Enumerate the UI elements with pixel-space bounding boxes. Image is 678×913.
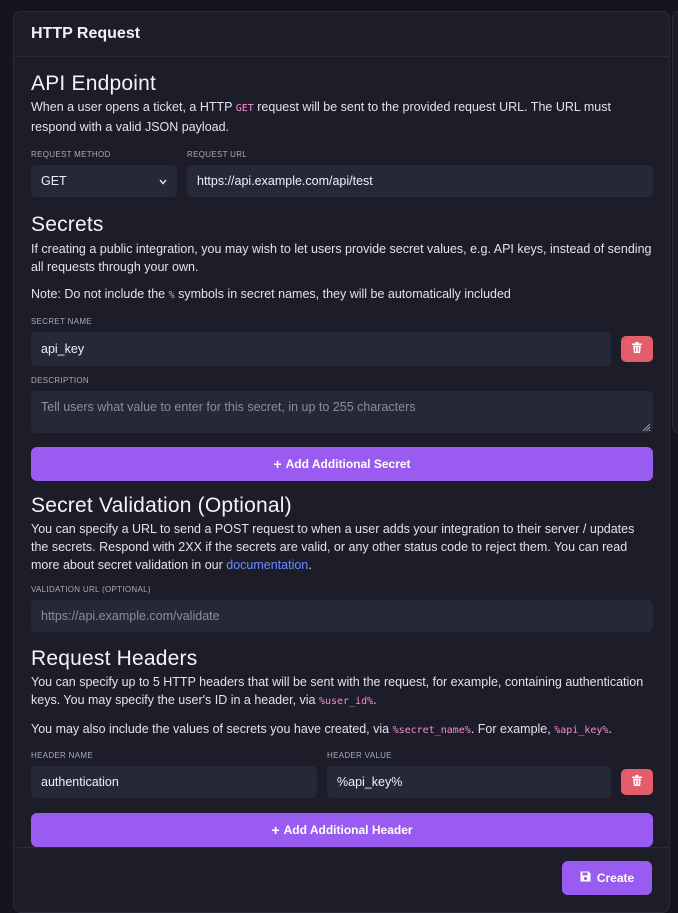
card-footer: Create	[14, 847, 669, 912]
api-endpoint-description: When a user opens a ticket, a HTTP GET r…	[31, 100, 611, 134]
add-header-label: Add Additional Header	[283, 823, 413, 837]
validation-heading: Secret Validation (Optional)	[31, 494, 292, 517]
add-header-button[interactable]: + Add Additional Header	[31, 813, 653, 847]
create-label: Create	[596, 871, 635, 885]
trash-icon	[632, 340, 642, 358]
secrets-note: Note: Do not include the % symbols in se…	[31, 287, 511, 301]
header-value-input[interactable]: %api_key%	[327, 766, 611, 798]
request-method-label: REQUEST METHOD	[31, 150, 111, 159]
validation-description: You can specify a URL to send a POST req…	[31, 522, 635, 572]
trash-icon	[632, 773, 642, 791]
validation-url-input[interactable]: https://api.example.com/validate	[31, 600, 653, 632]
save-icon	[580, 871, 591, 885]
secret-description-placeholder: Tell users what value to enter for this …	[41, 400, 416, 414]
request-url-input[interactable]: https://api.example.com/api/test	[187, 165, 653, 197]
header-name-input[interactable]: authentication	[31, 766, 317, 798]
secret-description-label: DESCRIPTION	[31, 376, 89, 385]
secret-name-input[interactable]: api_key	[31, 332, 611, 366]
card-body: API Endpoint When a user opens a ticket,…	[14, 57, 669, 847]
card-title: HTTP Request	[14, 12, 669, 57]
header-value-label: HEADER VALUE	[327, 751, 392, 760]
request-method-value: GET	[41, 174, 67, 188]
headers-heading: Request Headers	[31, 647, 198, 670]
request-url-label: REQUEST URL	[187, 150, 248, 159]
add-secret-label: Add Additional Secret	[285, 457, 411, 471]
resize-handle-icon[interactable]	[641, 421, 651, 432]
secret-description-textarea[interactable]: Tell users what value to enter for this …	[31, 391, 653, 433]
request-method-select[interactable]: GET	[31, 165, 177, 197]
secrets-heading: Secrets	[31, 213, 104, 236]
adjacent-panel-edge	[672, 11, 678, 433]
plus-icon: +	[271, 822, 280, 838]
delete-header-button[interactable]	[621, 769, 653, 795]
plus-icon: +	[273, 456, 282, 472]
http-request-card: HTTP Request API Endpoint When a user op…	[13, 11, 670, 913]
chevron-down-icon	[159, 174, 167, 188]
documentation-link[interactable]: documentation	[226, 558, 308, 572]
headers-description: You can specify up to 5 HTTP headers tha…	[31, 675, 644, 707]
headers-secrets-description: You may also include the values of secre…	[31, 722, 612, 736]
header-name-label: HEADER NAME	[31, 751, 93, 760]
delete-secret-button[interactable]	[621, 336, 653, 362]
add-secret-button[interactable]: + Add Additional Secret	[31, 447, 653, 481]
api-endpoint-heading: API Endpoint	[31, 72, 156, 95]
validation-url-placeholder: https://api.example.com/validate	[41, 609, 220, 623]
secret-name-label: SECRET NAME	[31, 317, 92, 326]
secrets-description: If creating a public integration, you ma…	[31, 242, 652, 274]
create-button[interactable]: Create	[562, 861, 652, 895]
validation-url-label: VALIDATION URL (OPTIONAL)	[31, 585, 151, 594]
